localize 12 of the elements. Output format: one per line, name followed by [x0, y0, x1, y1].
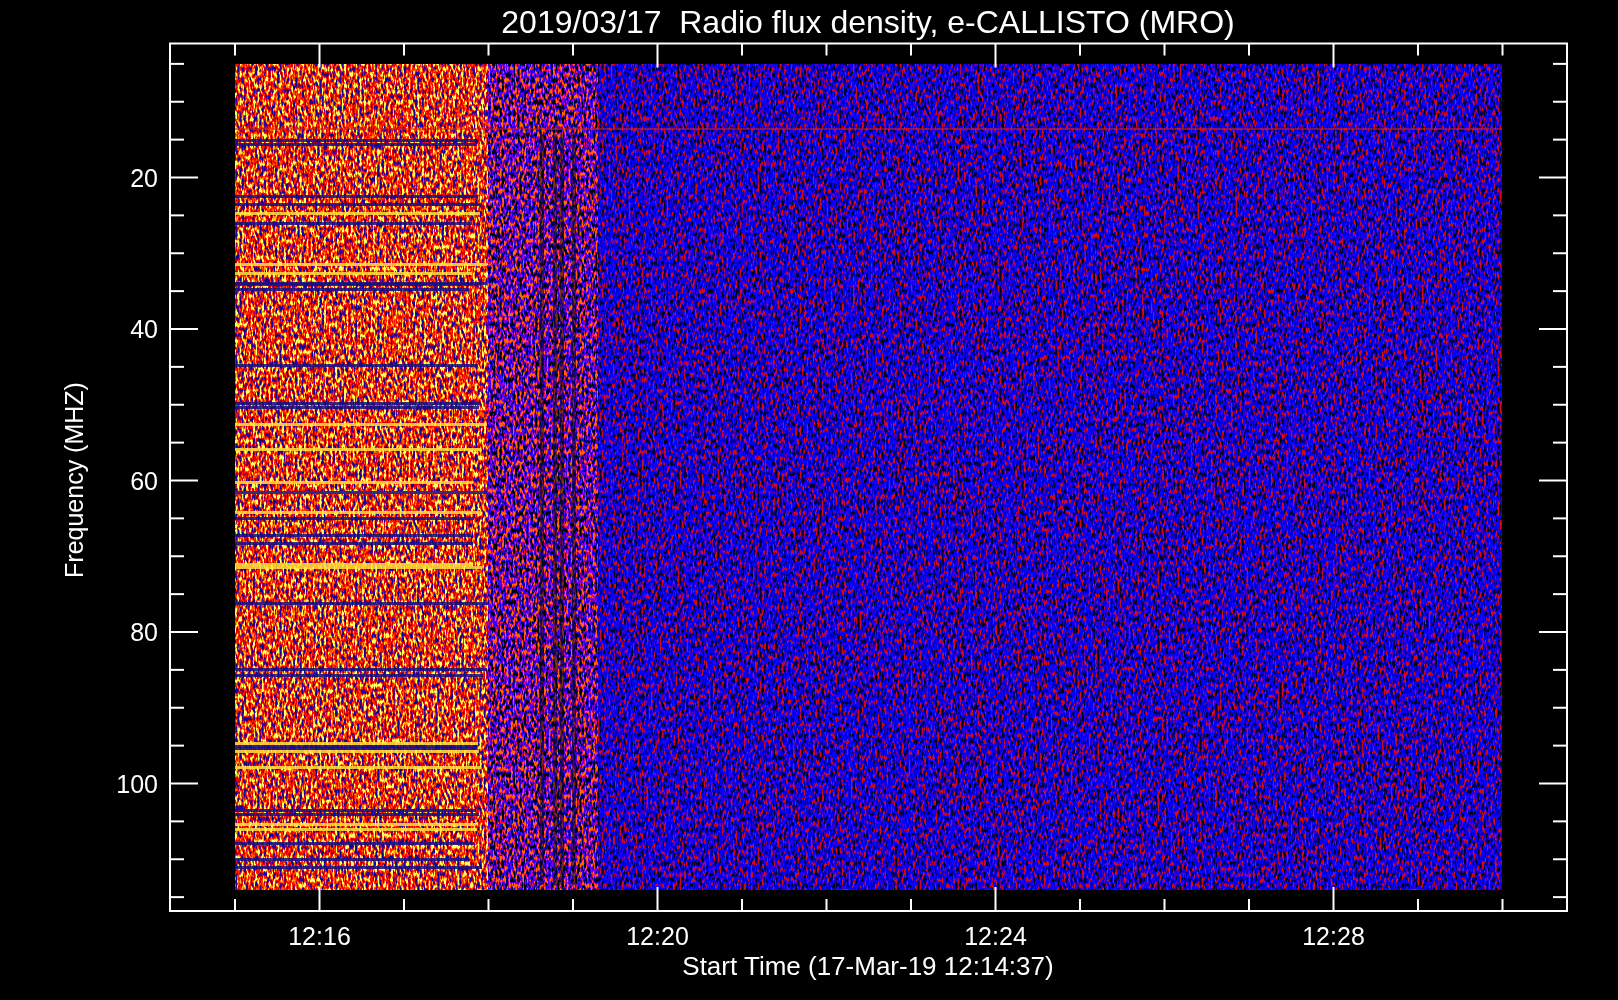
x-axis-tick-label: 12:28 — [1302, 922, 1365, 950]
y-axis-tick-label: 80 — [130, 618, 158, 646]
x-axis-tick-label: 12:20 — [626, 922, 689, 950]
y-axis-tick-label: 100 — [116, 769, 158, 798]
x-axis-label: Start Time (17-Mar-19 12:14:37) — [682, 951, 1054, 981]
y-axis-label: Frequency (MHZ) — [60, 382, 88, 578]
x-axis-tick-label: 12:24 — [964, 922, 1027, 950]
y-axis-tick-label: 60 — [130, 466, 158, 495]
chart-title: 2019/03/17 Radio flux density, e-CALLISTO (MRO) — [501, 4, 1235, 40]
y-axis-tick-label: 20 — [130, 163, 158, 192]
y-axis-tick-label: 40 — [130, 315, 158, 343]
x-axis-tick-label: 12:16 — [288, 922, 351, 950]
